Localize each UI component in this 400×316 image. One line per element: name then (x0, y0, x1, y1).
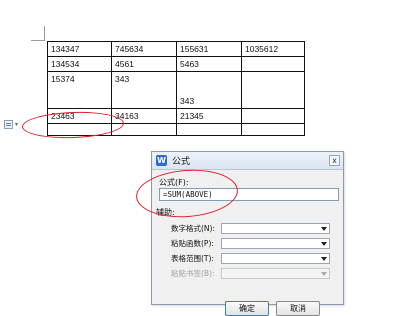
paste-bookmark-select (221, 268, 330, 279)
table-cell[interactable]: 343 (176, 71, 242, 109)
chevron-down-icon[interactable]: ▾ (15, 121, 18, 128)
table-row: 134347 745634 155631 1035612 (47, 41, 305, 57)
cancel-button[interactable]: 取消 (276, 301, 320, 316)
table-range-select[interactable] (221, 253, 330, 264)
table-cell[interactable] (241, 56, 305, 72)
wps-writer-icon: W (156, 155, 167, 166)
table-cell[interactable]: 15374 (47, 71, 112, 109)
table-cell[interactable]: 1035612 (241, 41, 305, 57)
table-cell[interactable]: 134347 (47, 41, 112, 57)
crop-mark-vertical (44, 26, 45, 40)
table-cell[interactable] (241, 71, 305, 109)
table-cell[interactable] (241, 108, 305, 124)
table-cell[interactable] (241, 123, 305, 136)
cell-line: 343 (180, 96, 195, 106)
number-format-select[interactable] (221, 223, 330, 234)
table-cell[interactable]: 4561 (111, 56, 177, 72)
close-icon[interactable]: x (329, 155, 340, 166)
table-row: 15374 343 343 (47, 71, 305, 109)
table-cell[interactable]: 5463 (176, 56, 242, 72)
table-cell[interactable]: 155631 (176, 41, 242, 57)
table-handle-icon[interactable] (4, 120, 13, 129)
paste-bookmark-label: 粘贴书签(B): (171, 269, 215, 278)
crop-mark-horizontal (31, 40, 45, 41)
table-range-label: 表格范围(T): (171, 254, 214, 263)
table-cell[interactable] (176, 123, 242, 136)
chevron-down-icon (321, 257, 327, 261)
paste-function-label: 粘贴函数(P): (171, 239, 214, 248)
number-format-label: 数字格式(N): (171, 224, 215, 233)
chevron-down-icon (321, 227, 327, 231)
dialog-titlebar[interactable]: W 公式 x (152, 152, 343, 170)
table-cell[interactable]: 343 (111, 71, 177, 109)
table-cell[interactable]: 745634 (111, 41, 177, 57)
dialog-title: 公式 (172, 157, 191, 167)
ok-button[interactable]: 确定 (225, 301, 269, 316)
cell-line: 15374 (51, 74, 75, 84)
chevron-down-icon (321, 272, 327, 276)
paste-function-select[interactable] (221, 238, 330, 249)
cell-line: 343 (115, 74, 130, 84)
table-row: 134534 4561 5463 (47, 56, 305, 72)
chevron-down-icon (321, 242, 327, 246)
table-cell[interactable]: 21345 (176, 108, 242, 124)
table-cell[interactable]: 134534 (47, 56, 112, 72)
